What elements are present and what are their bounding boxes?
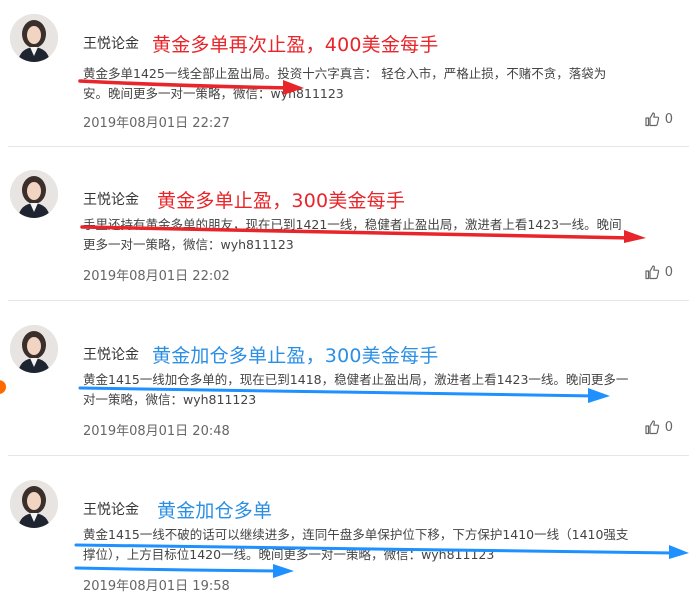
- like-button[interactable]: 0: [644, 419, 673, 435]
- avatar-image: [10, 14, 58, 62]
- like-button[interactable]: 0: [644, 264, 673, 280]
- post-item: 王悦论金 黄金加仓多单止盈，300美金每手 黄金1415一线加仓多单的，现在已到…: [0, 325, 697, 455]
- post-divider: [8, 300, 689, 301]
- avatar-image: [10, 325, 58, 373]
- post-title[interactable]: 黄金加仓多单止盈，300美金每手: [152, 341, 438, 368]
- post-time: 2019年08月01日 20:48: [83, 424, 230, 439]
- post-title[interactable]: 黄金多单再次止盈，400美金每手: [152, 30, 438, 57]
- post-feed: 王悦论金 黄金多单再次止盈，400美金每手 黄金多单1425一线全部止盈出局。投…: [0, 0, 697, 606]
- post-content: 黄金1415一线加仓多单的，现在已到1418，稳健者止盈出局，激进者上看1423…: [83, 372, 629, 407]
- post-content: 黄金1415一线不破的话可以继续进多，连同午盘多单保护位下移，下方保护1410一…: [83, 527, 629, 562]
- post-title[interactable]: 黄金加仓多单: [157, 496, 272, 523]
- like-button[interactable]: 0: [644, 111, 673, 127]
- thumbs-up-icon: [644, 264, 660, 280]
- post-time: 2019年08月01日 19:58: [83, 579, 230, 594]
- author-name[interactable]: 王悦论金: [83, 499, 139, 519]
- avatar[interactable]: [10, 325, 58, 373]
- thumbs-up-icon: [644, 419, 660, 435]
- post-time: 2019年08月01日 22:27: [83, 116, 230, 131]
- post-time: 2019年08月01日 22:02: [83, 269, 230, 284]
- like-count: 0: [664, 264, 673, 280]
- post-divider: [8, 455, 689, 456]
- author-name[interactable]: 王悦论金: [83, 189, 139, 209]
- author-name[interactable]: 王悦论金: [83, 33, 139, 53]
- post-content: 手里还持有黄金多单的朋友，现在已到1421一线，稳健者止盈出局，激进者上看142…: [83, 217, 622, 252]
- author-name[interactable]: 王悦论金: [83, 344, 139, 364]
- avatar-image: [10, 480, 58, 528]
- avatar-image: [10, 170, 58, 218]
- post-item: 王悦论金 黄金加仓多单 黄金1415一线不破的话可以继续进多，连同午盘多单保护位…: [0, 480, 697, 606]
- avatar[interactable]: [10, 480, 58, 528]
- like-count: 0: [664, 111, 673, 127]
- like-count: 0: [664, 419, 673, 435]
- post-title[interactable]: 黄金多单止盈，300美金每手: [157, 186, 405, 213]
- post-content: 黄金多单1425一线全部止盈出局。投资十六字真言： 轻仓入市，严格止损，不赌不贪…: [83, 66, 607, 101]
- post-divider: [8, 146, 689, 147]
- post-item: 王悦论金 黄金多单止盈，300美金每手 手里还持有黄金多单的朋友，现在已到142…: [0, 170, 697, 305]
- avatar[interactable]: [10, 14, 58, 62]
- avatar[interactable]: [10, 170, 58, 218]
- post-item: 王悦论金 黄金多单再次止盈，400美金每手 黄金多单1425一线全部止盈出局。投…: [0, 14, 697, 154]
- thumbs-up-icon: [644, 111, 660, 127]
